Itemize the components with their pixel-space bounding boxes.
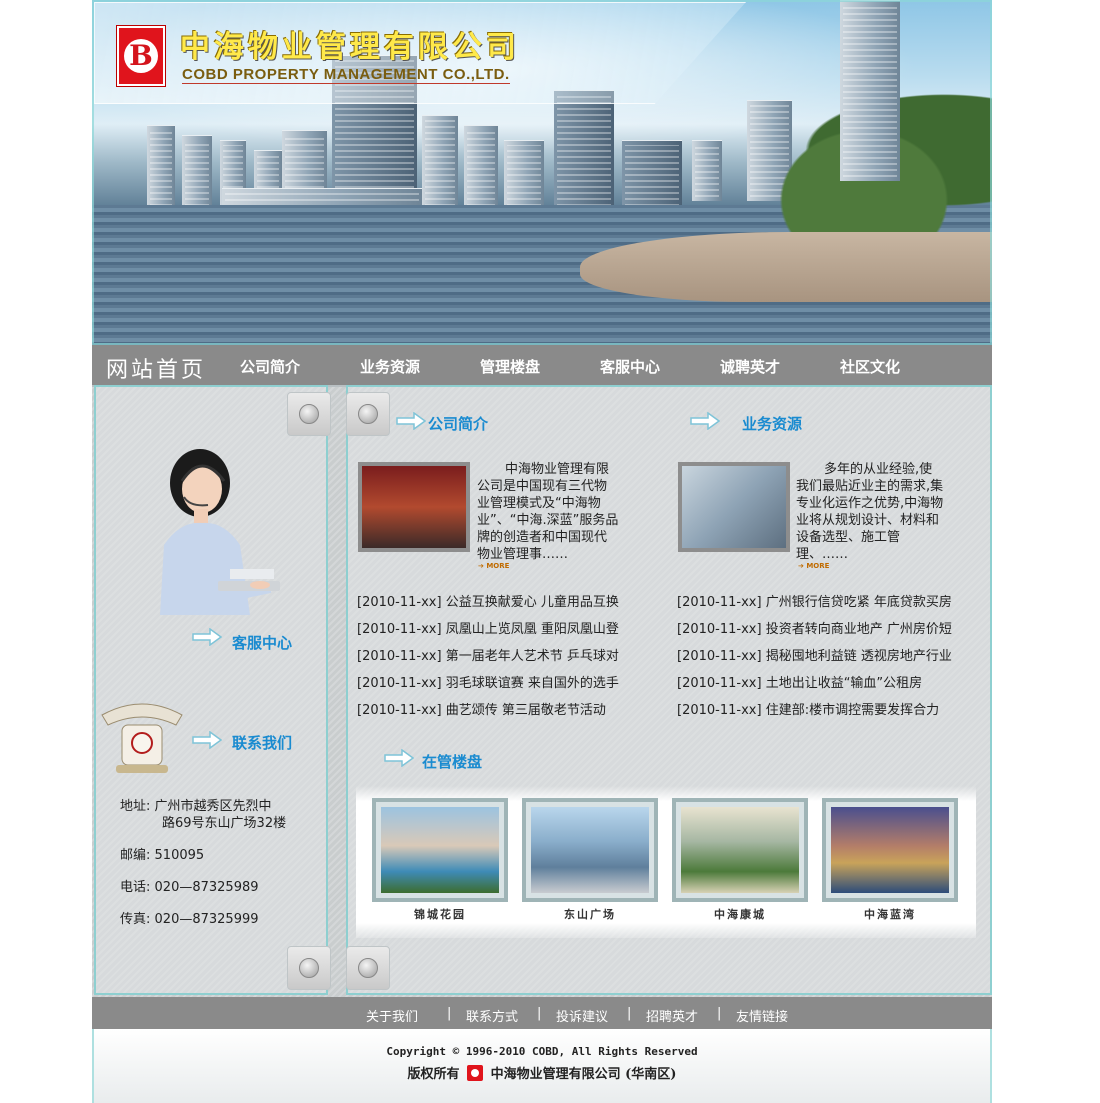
footer-link-friends[interactable]: 友情链接 <box>736 1006 788 1025</box>
main-nav: 网站首页 公司简介 业务资源 管理楼盘 客服中心 诚聘英才 社区文化 <box>92 345 992 387</box>
footer-link-contact[interactable]: 联系方式 <box>466 1006 518 1025</box>
fax-value: 020—87325999 <box>154 912 259 927</box>
panel-knob <box>346 946 390 990</box>
footer-separator: | <box>627 1006 632 1021</box>
property-photo <box>681 807 799 893</box>
footer-separator: | <box>717 1006 722 1021</box>
news-item[interactable]: [2010-11-xx] 投资者转向商业地产 广州房价短 <box>677 618 952 637</box>
banner-frame <box>92 0 992 345</box>
footer-link-about[interactable]: 关于我们 <box>366 1006 418 1025</box>
property-photo <box>531 807 649 893</box>
news-item[interactable]: [2010-11-xx] 住建部:楼市调控需要发挥合力 <box>677 699 939 718</box>
property-card[interactable] <box>522 798 658 902</box>
arrow-icon <box>192 731 222 749</box>
address-label: 地址: <box>120 799 151 814</box>
property-caption[interactable]: 东山广场 <box>522 906 658 922</box>
nav-item-careers[interactable]: 诚聘英才 <box>720 356 780 377</box>
postcode-value: 510095 <box>154 848 205 863</box>
page: B 中海物业管理有限公司 COBD PROPERTY MANAGEMENT CO… <box>92 0 992 1103</box>
company-photo <box>358 462 470 552</box>
arrow-icon <box>690 412 720 430</box>
telephone-icon <box>101 703 183 773</box>
postcode-label: 邮编: <box>120 848 151 863</box>
property-card[interactable] <box>672 798 808 902</box>
panel-knob <box>287 392 331 436</box>
property-card[interactable] <box>822 798 958 902</box>
fax-row: 传真: 020—87325999 <box>120 911 259 928</box>
business-photo <box>678 462 790 552</box>
customer-service-icon <box>160 449 280 615</box>
property-photo <box>831 807 949 893</box>
nav-item-community[interactable]: 社区文化 <box>840 356 900 377</box>
footer-links: 关于我们 | 联系方式 | 投诉建议 | 招聘英才 | 友情链接 <box>92 997 992 1029</box>
company-intro-title[interactable]: 公司简介 <box>428 413 488 434</box>
address-line2: 路69号东山广场32楼 <box>162 816 287 831</box>
property-caption[interactable]: 中海康城 <box>672 906 808 922</box>
news-item[interactable]: [2010-11-xx] 第一届老年人艺术节 乒乓球对 <box>357 645 619 664</box>
nav-item-properties[interactable]: 管理楼盘 <box>480 356 540 377</box>
company-intro-text: 中海物业管理有限公司是中国现有三代物业管理模式及“中海物业”、“中海.深蓝”服务… <box>477 462 619 562</box>
copyright-text: Copyright © 1996-2010 COBD, All Rights R… <box>386 1045 698 1058</box>
business-more-link[interactable]: ➔ MORE <box>798 562 829 570</box>
arrow-icon <box>192 628 222 646</box>
news-item[interactable]: [2010-11-xx] 土地出让收益“输血”公租房 <box>677 672 922 691</box>
owner-line: 版权所有 中海物业管理有限公司 (华南区) <box>92 1063 992 1082</box>
panel-knob <box>287 946 331 990</box>
service-center-title[interactable]: 客服中心 <box>232 632 292 653</box>
owner-prefix: 版权所有 <box>407 1067 460 1082</box>
phone-label: 电话: <box>120 880 151 895</box>
news-item[interactable]: [2010-11-xx] 曲艺颂传 第三届敬老节活动 <box>357 699 606 718</box>
property-photo <box>381 807 499 893</box>
phone-row: 电话: 020—87325989 <box>120 879 259 896</box>
panel-knob <box>346 392 390 436</box>
arrow-icon <box>384 749 414 767</box>
property-caption[interactable]: 中海蓝湾 <box>822 906 958 922</box>
postcode-row: 邮编: 510095 <box>120 847 204 864</box>
business-intro-text: 多年的从业经验,使我们最贴近业主的需求,集专业化运作之优势,中海物业将从规划设计… <box>796 462 944 562</box>
news-item[interactable]: [2010-11-xx] 广州银行信贷吃紧 年底贷款买房 <box>677 591 952 610</box>
footer-link-complaints[interactable]: 投诉建议 <box>556 1006 608 1025</box>
owner-name: 中海物业管理有限公司 (华南区) <box>490 1067 677 1082</box>
fax-label: 传真: <box>120 912 151 927</box>
company-more-link[interactable]: ➔ MORE <box>478 562 509 570</box>
news-item[interactable]: [2010-11-xx] 揭秘囤地利益链 透视房地产行业 <box>677 645 952 664</box>
properties-title[interactable]: 在管楼盘 <box>422 751 482 772</box>
nav-home[interactable]: 网站首页 <box>106 352 206 384</box>
news-item[interactable]: [2010-11-xx] 凤凰山上览凤凰 重阳凤凰山登 <box>357 618 619 637</box>
nav-item-about[interactable]: 公司简介 <box>240 356 300 377</box>
news-item[interactable]: [2010-11-xx] 羽毛球联谊赛 来自国外的选手 <box>357 672 619 691</box>
property-card[interactable] <box>372 798 508 902</box>
arrow-icon <box>396 412 426 430</box>
header-banner: B 中海物业管理有限公司 COBD PROPERTY MANAGEMENT CO… <box>92 0 992 345</box>
contact-us-title[interactable]: 联系我们 <box>232 732 292 753</box>
nav-item-service[interactable]: 客服中心 <box>600 356 660 377</box>
mini-logo-icon <box>467 1065 484 1081</box>
business-resources-title[interactable]: 业务资源 <box>742 413 802 434</box>
phone-value: 020—87325989 <box>154 880 259 895</box>
footer-separator: | <box>447 1006 452 1021</box>
news-item[interactable]: [2010-11-xx] 公益互换献爱心 儿童用品互换 <box>357 591 619 610</box>
property-caption[interactable]: 锦城花园 <box>372 906 508 922</box>
footer-separator: | <box>537 1006 542 1021</box>
address-block: 地址: 广州市越秀区先烈中 路69号东山广场32楼 <box>120 798 286 832</box>
address-line1: 广州市越秀区先烈中 <box>154 799 272 814</box>
footer-link-careers[interactable]: 招聘英才 <box>646 1006 698 1025</box>
nav-item-business[interactable]: 业务资源 <box>360 356 420 377</box>
